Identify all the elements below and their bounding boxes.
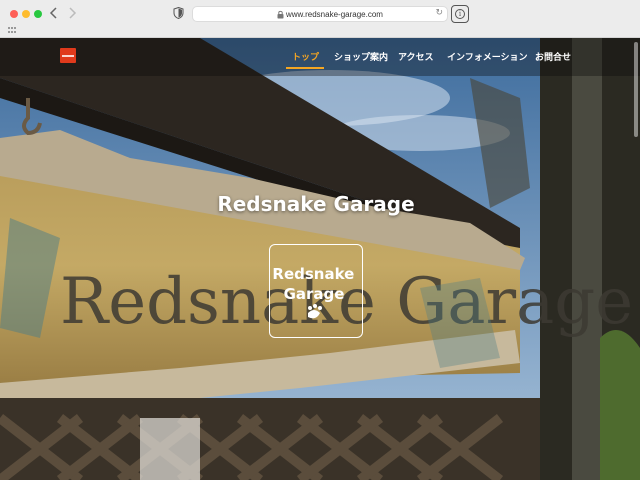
lock-icon bbox=[277, 10, 284, 19]
address-bar[interactable]: www.redsnake-garage.com ↻ bbox=[192, 6, 448, 22]
page-scrollbar[interactable] bbox=[634, 42, 638, 137]
browser-toolbar: www.redsnake-garage.com ↻ i bbox=[0, 0, 640, 38]
minimize-window-button[interactable] bbox=[22, 10, 30, 18]
chevron-left-icon bbox=[49, 7, 57, 19]
forward-button[interactable] bbox=[64, 5, 80, 21]
back-button[interactable] bbox=[46, 5, 62, 21]
nav-active-indicator bbox=[286, 67, 324, 69]
info-icon: i bbox=[455, 9, 465, 19]
nav-item-shop-info[interactable]: ショップ案内 bbox=[334, 50, 388, 63]
reload-icon[interactable]: ↻ bbox=[435, 8, 443, 18]
nav-item-top[interactable]: トップ bbox=[292, 50, 319, 63]
site-logo[interactable] bbox=[60, 48, 76, 63]
paw-icon bbox=[308, 310, 320, 319]
chevron-right-icon bbox=[69, 7, 77, 19]
maximize-window-button[interactable] bbox=[34, 10, 42, 18]
hero-logo: Redsnake Garage bbox=[269, 244, 363, 338]
web-page: Redsnake Garage トップ ショップ案内 アクセス インフォメーショ… bbox=[0, 38, 640, 480]
nav-item-access[interactable]: アクセス bbox=[398, 50, 434, 63]
hero-title: Redsnake Garage bbox=[217, 192, 415, 216]
close-window-button[interactable] bbox=[10, 10, 18, 18]
hero-logo-text: Redsnake Garage bbox=[272, 265, 359, 303]
tab-overview-icon[interactable] bbox=[8, 27, 16, 33]
url-text[interactable]: www.redsnake-garage.com bbox=[286, 9, 383, 20]
nav-item-contact[interactable]: お問合せ bbox=[535, 50, 571, 63]
hero-logo-mark: Redsnake Garage bbox=[272, 265, 359, 319]
privacy-shield-icon[interactable] bbox=[173, 7, 184, 19]
nav-item-information[interactable]: インフォメーション bbox=[447, 50, 528, 63]
page-info-button[interactable]: i bbox=[451, 5, 469, 23]
site-navbar: トップ ショップ案内 アクセス インフォメーション お問合せ bbox=[0, 38, 640, 76]
